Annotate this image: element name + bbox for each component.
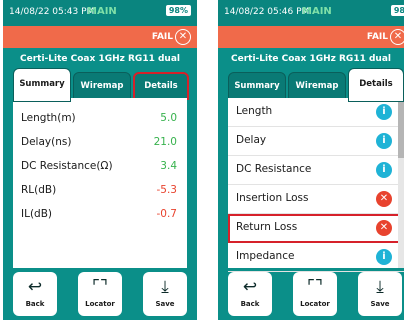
status-bar: 14/08/22 05:46 PM MAIN 98	[218, 0, 404, 26]
locator-button[interactable]: ⌜⌝ Locator	[78, 272, 122, 316]
row-label: Delay(ns)	[21, 136, 72, 148]
test-title: Certi-Lite Coax 1GHz RG11 dual	[20, 54, 180, 64]
battery-indicator: 98%	[165, 5, 191, 16]
result-row-length: Length(m) 5.0	[13, 106, 187, 130]
detail-item-return-loss[interactable]: Return Loss ✕	[228, 214, 404, 243]
item-label: Insertion Loss	[236, 192, 309, 204]
row-value: -5.3	[156, 184, 178, 196]
back-arrow-icon: ↩	[242, 277, 258, 297]
battery-indicator: 98	[390, 5, 404, 16]
tab-wiremap[interactable]: Wiremap	[288, 72, 346, 100]
result-row-dc-resistance: DC Resistance(Ω) 3.4	[13, 154, 187, 178]
back-button[interactable]: ↩ Back	[13, 272, 57, 316]
row-value: -0.7	[156, 208, 178, 220]
error-x-icon[interactable]: ✕	[376, 191, 392, 207]
detail-item-insertion-loss[interactable]: Insertion Loss ✕	[228, 185, 404, 214]
row-value: 3.4	[160, 160, 177, 172]
info-icon[interactable]: i	[376, 249, 392, 265]
info-icon[interactable]: i	[376, 104, 392, 120]
fail-banner: FAIL ✕	[3, 26, 197, 48]
row-value: 21.0	[153, 136, 177, 148]
button-label: Back	[25, 300, 45, 308]
result-row-il: IL(dB) -0.7	[13, 202, 187, 226]
detail-item-length[interactable]: Length i	[228, 98, 404, 127]
footer-toolbar: ↩ Back ⌜⌝ Locator ⤓ Save	[3, 266, 197, 320]
item-label: Impedance	[236, 250, 295, 262]
button-label: Save	[155, 300, 175, 308]
details-screen: 14/08/22 05:46 PM MAIN 98 FAIL ✕ Certi-L…	[218, 0, 404, 320]
summary-panel: Length(m) 5.0 Delay(ns) 21.0 DC Resistan…	[13, 98, 187, 268]
item-label: DC Resistance	[236, 163, 312, 175]
save-button[interactable]: ⤓ Save	[143, 272, 187, 316]
footer-toolbar: ↩ Back ⌜⌝ Locator ⤓ Save	[218, 266, 404, 320]
item-label: Length	[236, 105, 273, 117]
tab-bar: Summary Wiremap Details	[13, 68, 189, 102]
status-mode: MAIN	[87, 6, 117, 17]
info-icon[interactable]: i	[376, 133, 392, 149]
fail-label: FAIL	[151, 32, 173, 42]
status-bar: 14/08/22 05:43 PM MAIN 98%	[3, 0, 197, 26]
back-arrow-icon: ↩	[27, 277, 43, 297]
row-label: Length(m)	[21, 112, 76, 124]
tab-summary[interactable]: Summary	[13, 68, 71, 102]
save-download-icon: ⤓	[376, 277, 384, 297]
save-button[interactable]: ⤓ Save	[358, 272, 402, 316]
fail-x-icon: ✕	[390, 29, 404, 45]
tab-details[interactable]: Details	[348, 68, 404, 102]
row-label: DC Resistance(Ω)	[21, 160, 113, 172]
locator-button[interactable]: ⌜⌝ Locator	[293, 272, 337, 316]
tab-bar: Summary Wiremap Details	[228, 68, 404, 102]
button-label: Back	[240, 300, 260, 308]
status-mode: MAIN	[302, 6, 332, 17]
save-download-icon: ⤓	[161, 277, 169, 297]
fail-label: FAIL	[366, 32, 388, 42]
row-value: 5.0	[160, 112, 177, 124]
fail-banner: FAIL ✕	[218, 26, 404, 48]
result-row-rl: RL(dB) -5.3	[13, 178, 187, 202]
row-label: IL(dB)	[21, 208, 53, 220]
row-label: RL(dB)	[21, 184, 57, 196]
back-button[interactable]: ↩ Back	[228, 272, 272, 316]
fail-x-icon: ✕	[175, 29, 191, 45]
detail-item-delay[interactable]: Delay i	[228, 127, 404, 156]
detail-item-dc-resistance[interactable]: DC Resistance i	[228, 156, 404, 185]
locator-icon: ⌜⌝	[307, 277, 323, 297]
button-label: Save	[370, 300, 390, 308]
scrollbar-thumb[interactable]	[398, 98, 404, 158]
scrollbar[interactable]	[398, 98, 404, 268]
details-panel: Length i Delay i DC Resistance i Inserti…	[228, 98, 404, 272]
tab-summary[interactable]: Summary	[228, 72, 286, 100]
status-time: 14/08/22 05:46 PM	[224, 7, 310, 17]
item-label: Return Loss	[236, 221, 298, 233]
error-x-icon[interactable]: ✕	[376, 220, 392, 236]
result-row-delay: Delay(ns) 21.0	[13, 130, 187, 154]
test-title: Certi-Lite Coax 1GHz RG11 dual	[231, 54, 391, 64]
tab-details[interactable]: Details	[133, 72, 189, 100]
info-icon[interactable]: i	[376, 162, 392, 178]
button-label: Locator	[300, 300, 330, 308]
item-label: Delay	[236, 134, 267, 146]
locator-icon: ⌜⌝	[92, 277, 108, 297]
summary-screen: 14/08/22 05:43 PM MAIN 98% FAIL ✕ Certi-…	[3, 0, 197, 320]
tab-wiremap[interactable]: Wiremap	[73, 72, 131, 100]
status-time: 14/08/22 05:43 PM	[9, 7, 95, 17]
button-label: Locator	[85, 300, 115, 308]
